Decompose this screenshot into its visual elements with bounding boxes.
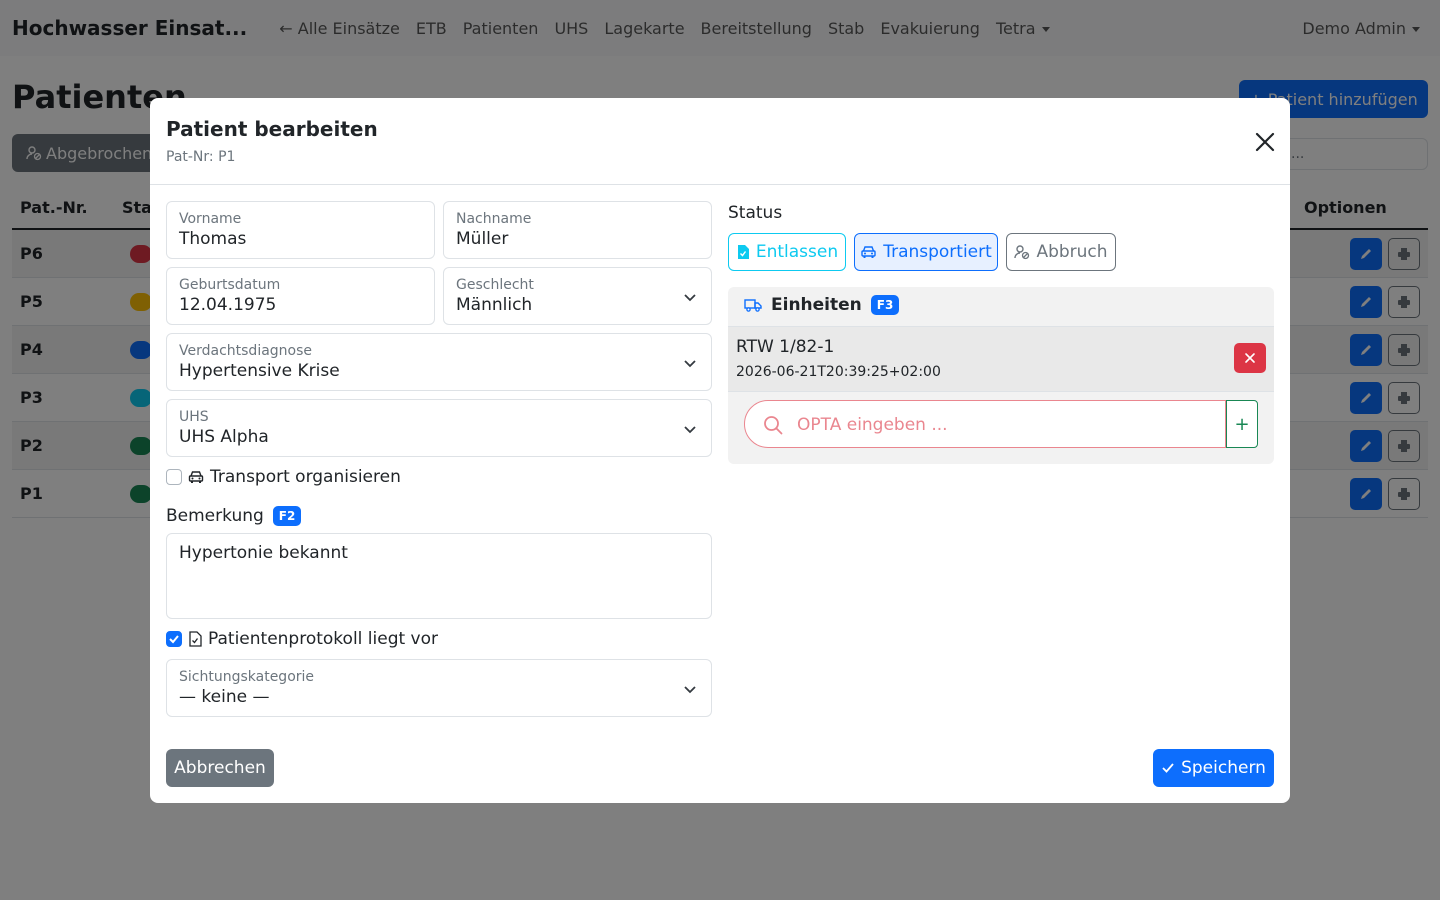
unit-list-item: RTW 1/82-1 2026-06-21T20:39:25+02:00 [728, 326, 1274, 392]
verdachtsdiagnose-value: Hypertensive Krise [179, 361, 340, 381]
modal-subtitle: Pat-Nr: P1 [166, 149, 236, 165]
protokoll-checkbox[interactable] [166, 631, 182, 647]
car-icon [861, 246, 876, 258]
status-label: Status [728, 203, 783, 223]
nachname-field[interactable]: Nachname Müller [443, 201, 712, 259]
geburtsdatum-label: Geburtsdatum [179, 277, 281, 293]
bemerkung-label: Bemerkung [166, 506, 264, 526]
geburtsdatum-value: 12.04.1975 [179, 295, 277, 315]
chevron-down-icon [684, 686, 696, 694]
chevron-down-icon [684, 360, 696, 368]
protokoll-label: Patientenprotokoll liegt vor [208, 629, 439, 649]
search-icon [764, 416, 783, 435]
einheiten-heading: Einheiten F3 [744, 295, 900, 315]
file-check-icon [189, 631, 202, 647]
chevron-down-icon [684, 426, 696, 434]
unit-name: RTW 1/82-1 [736, 337, 835, 357]
close-icon [1245, 353, 1255, 363]
transportiert-button[interactable]: Transportiert [854, 233, 998, 271]
transport-checkbox-row: Transport organisieren [166, 467, 401, 487]
geschlecht-value: Männlich [456, 295, 533, 315]
einheiten-card: Einheiten F3 RTW 1/82-1 2026-06-21T20:39… [728, 287, 1274, 464]
sichtungskategorie-select[interactable]: Sichtungskategorie — keine — [166, 659, 712, 717]
save-button[interactable]: Speichern [1153, 749, 1274, 787]
shortcut-badge-f2: F2 [272, 506, 302, 526]
uhs-select[interactable]: UHS UHS Alpha [166, 399, 712, 457]
truck-icon [744, 299, 762, 312]
person-cancel-icon [1014, 245, 1030, 260]
verdachtsdiagnose-label: Verdachtsdiagnose [179, 343, 313, 359]
opta-input-group: OPTA eingeben ... + [744, 400, 1258, 448]
bemerkung-textarea[interactable]: Hypertonie bekannt [166, 533, 712, 619]
entlassen-button[interactable]: Entlassen [728, 233, 846, 271]
verdachtsdiagnose-select[interactable]: Verdachtsdiagnose Hypertensive Krise [166, 333, 712, 391]
add-unit-button[interactable]: + [1226, 400, 1258, 448]
bemerkung-heading: Bemerkung F2 [166, 506, 302, 526]
sichtungskategorie-value: — keine — [179, 687, 270, 707]
transportiert-label: Transportiert [883, 242, 992, 262]
nachname-label: Nachname [456, 211, 532, 227]
shortcut-badge-f3: F3 [870, 295, 900, 315]
car-icon [188, 471, 204, 483]
vorname-label: Vorname [179, 211, 242, 227]
transport-label: Transport organisieren [210, 467, 401, 487]
modal-header: Patient bearbeiten Pat-Nr: P1 [150, 98, 1290, 185]
opta-placeholder: OPTA eingeben ... [797, 415, 948, 435]
unit-timestamp: 2026-06-21T20:39:25+02:00 [736, 364, 941, 380]
abbruch-button[interactable]: Abbruch [1006, 233, 1116, 271]
check-icon [1162, 763, 1174, 773]
geburtsdatum-field[interactable]: Geburtsdatum 12.04.1975 [166, 267, 435, 325]
geschlecht-label: Geschlecht [456, 277, 534, 293]
sichtungskategorie-label: Sichtungskategorie [179, 669, 315, 685]
vorname-field[interactable]: Vorname Thomas [166, 201, 435, 259]
uhs-value: UHS Alpha [179, 427, 269, 447]
nachname-value: Müller [456, 229, 509, 249]
close-icon[interactable] [1253, 130, 1277, 154]
chevron-down-icon [684, 294, 696, 302]
edit-patient-modal: Patient bearbeiten Pat-Nr: P1 Vorname Th… [150, 98, 1290, 803]
opta-input[interactable]: OPTA eingeben ... [744, 400, 1226, 448]
abbruch-label: Abbruch [1036, 242, 1108, 262]
entlassen-label: Entlassen [755, 242, 839, 262]
uhs-label: UHS [179, 409, 209, 425]
geschlecht-select[interactable]: Geschlecht Männlich [443, 267, 712, 325]
save-label: Speichern [1181, 758, 1266, 778]
remove-unit-button[interactable] [1234, 343, 1266, 373]
cancel-button[interactable]: Abbrechen [166, 749, 274, 787]
vorname-value: Thomas [179, 229, 247, 249]
file-check-icon [737, 245, 749, 259]
check-icon [169, 635, 179, 644]
modal-title: Patient bearbeiten [166, 117, 378, 141]
protokoll-checkbox-row: Patientenprotokoll liegt vor [166, 629, 438, 649]
einheiten-label: Einheiten [771, 295, 862, 315]
transport-checkbox[interactable] [166, 469, 182, 485]
